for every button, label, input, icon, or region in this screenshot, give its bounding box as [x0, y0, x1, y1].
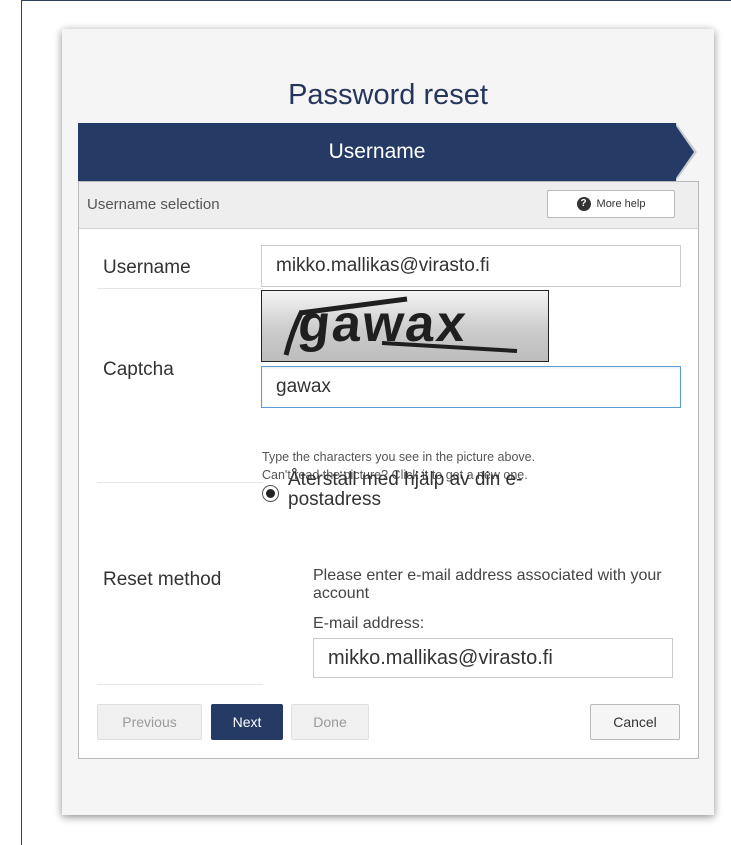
- step-arrow-shape: [676, 126, 694, 178]
- wizard-step-banner: Username: [78, 123, 676, 181]
- radio-selected-dot: [266, 489, 275, 498]
- reset-by-email-radio[interactable]: [262, 485, 279, 502]
- username-input[interactable]: [261, 245, 681, 287]
- page-title: Password reset: [288, 79, 488, 111]
- row-divider: [97, 288, 263, 289]
- done-button[interactable]: Done: [291, 704, 369, 740]
- password-reset-dialog: Password reset Username Username selecti…: [62, 29, 714, 815]
- reset-by-email-option-label[interactable]: Återställ med hjälp av din e-postadress: [288, 470, 588, 510]
- more-help-button[interactable]: ? More help: [547, 190, 675, 218]
- window-border-top: [21, 0, 731, 1]
- row-divider: [97, 684, 263, 685]
- captcha-input[interactable]: [261, 366, 681, 408]
- next-button[interactable]: Next: [211, 704, 283, 740]
- reset-method-label: Reset method: [103, 569, 222, 590]
- cancel-button[interactable]: Cancel: [590, 704, 680, 740]
- question-circle-icon: ?: [576, 197, 591, 211]
- panel-heading: Username selection: [87, 196, 220, 213]
- captcha-hint-line-1: Type the characters you see in the pictu…: [262, 450, 536, 464]
- captcha-distorted-text: gawax: [283, 295, 518, 356]
- username-selection-panel: Username selection ? More help Username …: [78, 181, 699, 759]
- email-instruction-text: Please enter e-mail address associated w…: [313, 567, 662, 602]
- email-address-input[interactable]: [313, 638, 673, 678]
- window-border-left: [21, 0, 22, 845]
- username-label: Username: [103, 257, 191, 278]
- row-divider: [97, 482, 263, 483]
- previous-button[interactable]: Previous: [97, 704, 202, 740]
- captcha-label: Captcha: [103, 359, 174, 380]
- captcha-image[interactable]: gawax: [261, 290, 549, 362]
- more-help-label: More help: [596, 198, 646, 210]
- email-address-label: E-mail address:: [313, 615, 425, 632]
- panel-header: Username selection ? More help: [79, 182, 698, 229]
